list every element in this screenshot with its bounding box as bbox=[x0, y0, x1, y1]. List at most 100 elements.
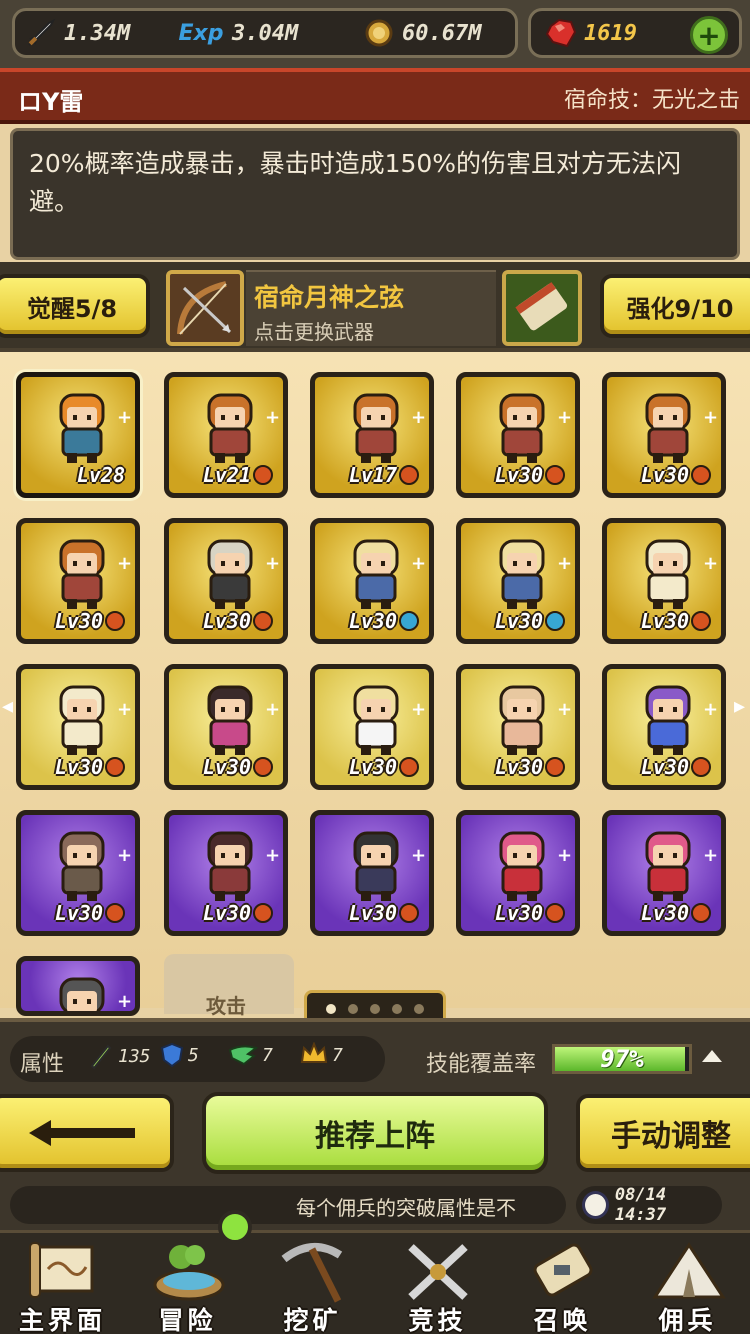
hero-level-text: Lv30 bbox=[494, 463, 543, 487]
nav-mining[interactable]: 挖矿 bbox=[250, 1233, 375, 1334]
hero-card[interactable]: + Lv30 bbox=[602, 810, 726, 936]
nav-adventure[interactable]: 冒险 bbox=[125, 1233, 250, 1334]
hero-card[interactable]: + Lv30 bbox=[16, 810, 140, 936]
hero-portrait bbox=[645, 539, 691, 609]
sparkle-icon: + bbox=[703, 699, 719, 720]
hero-card[interactable]: + Lv30 bbox=[164, 810, 288, 936]
hero-portrait bbox=[207, 393, 253, 463]
sparkle-icon: + bbox=[411, 553, 427, 574]
clock: 08/14 14:37 bbox=[576, 1185, 722, 1225]
hero-card[interactable]: + Lv30 bbox=[164, 664, 288, 790]
hero-card[interactable]: + Lv30 bbox=[456, 664, 580, 790]
hero-card[interactable]: + Lv30 bbox=[456, 810, 580, 936]
bow-icon bbox=[177, 281, 232, 335]
sparkle-icon: + bbox=[265, 699, 281, 720]
ruby-icon bbox=[544, 16, 578, 50]
hero-card[interactable]: + Lv28 bbox=[16, 372, 140, 498]
hero-portrait bbox=[353, 685, 399, 755]
clock-icon bbox=[582, 1191, 609, 1219]
nav-mercenary[interactable]: 佣兵 bbox=[625, 1233, 750, 1334]
scroll-right-arrow-icon[interactable]: ▸ bbox=[734, 694, 750, 722]
fate-skill-label: 宿命技：无光之击 bbox=[563, 88, 740, 113]
hero-portrait bbox=[59, 685, 105, 755]
hero-level: Lv30 bbox=[637, 461, 715, 489]
hero-level: Lv30 bbox=[491, 753, 569, 781]
hero-level-text: Lv30 bbox=[202, 901, 251, 925]
hero-card[interactable]: + Lv30 bbox=[16, 518, 140, 644]
nav-arena[interactable]: 竞技 bbox=[375, 1233, 500, 1334]
sparkle-icon: + bbox=[703, 553, 719, 574]
nav-summon[interactable]: 召唤 bbox=[500, 1233, 625, 1334]
hero-level: Lv30 bbox=[199, 607, 277, 635]
hero-card[interactable]: + Lv17 bbox=[310, 372, 434, 498]
hero-portrait bbox=[353, 393, 399, 463]
hero-card[interactable]: + Lv30 bbox=[310, 664, 434, 790]
sparkle-icon: + bbox=[265, 845, 281, 866]
hero-level-text: Lv30 bbox=[494, 901, 543, 925]
sparkle-icon: + bbox=[117, 553, 133, 574]
hero-card[interactable]: + Lv30 bbox=[16, 664, 140, 790]
hero-level: Lv30 bbox=[491, 899, 569, 927]
skill-coverage-label: 技能覆盖率 bbox=[426, 1052, 537, 1077]
hero-card[interactable]: + Lv21 bbox=[164, 372, 288, 498]
green-sword-icon bbox=[90, 1044, 112, 1070]
hero-card[interactable]: + Lv30 bbox=[310, 810, 434, 936]
recommend-deploy-button[interactable]: 推荐上阵 bbox=[202, 1092, 548, 1174]
crown-stat-value: 7 bbox=[332, 1044, 343, 1066]
sparkle-icon: + bbox=[557, 553, 573, 574]
skill-scroll-slot[interactable] bbox=[502, 270, 582, 346]
sparkle-icon: + bbox=[265, 553, 281, 574]
manual-adjust-button[interactable]: 手动调整 bbox=[576, 1094, 750, 1172]
upgrade-badge-icon bbox=[545, 757, 565, 777]
hero-portrait bbox=[645, 393, 691, 463]
enhance-button[interactable]: 强化9/10 bbox=[600, 274, 750, 338]
upgrade-badge-icon bbox=[399, 757, 419, 777]
wing-stat-value: 7 bbox=[262, 1044, 273, 1066]
hero-level-text: Lv28 bbox=[76, 463, 125, 487]
hero-card[interactable]: + Lv30 bbox=[602, 664, 726, 790]
hero-level-text: Lv30 bbox=[348, 755, 397, 779]
nav-summon-label: 召唤 bbox=[533, 1306, 592, 1334]
hero-level-text: Lv17 bbox=[348, 463, 397, 487]
hero-card[interactable]: + Lv30 bbox=[164, 518, 288, 644]
sparkle-icon: + bbox=[411, 407, 427, 428]
nav-arena-label: 竞技 bbox=[408, 1306, 467, 1334]
map-scroll-icon bbox=[29, 1242, 94, 1298]
upgrade-badge-icon bbox=[691, 903, 711, 923]
hero-grid: ◂ ▸ + Lv28 + Lv21 + Lv17 + Lv30 + Lv30 + Lv30 + Lv30 +… bbox=[0, 348, 750, 1018]
coverage-percent: 97% bbox=[600, 1045, 644, 1073]
hero-level: Lv30 bbox=[637, 607, 715, 635]
back-button[interactable] bbox=[0, 1094, 174, 1172]
hero-portrait bbox=[645, 685, 691, 755]
hero-portrait bbox=[207, 831, 253, 901]
hero-level: Lv30 bbox=[51, 899, 129, 927]
gem-value: 1619 bbox=[584, 20, 637, 46]
hero-portrait bbox=[59, 539, 105, 609]
hero-card[interactable]: + Lv30 bbox=[602, 372, 726, 498]
shield-stat: 5 bbox=[160, 1042, 199, 1068]
shield-stat-value: 5 bbox=[188, 1044, 199, 1066]
awaken-button[interactable]: 觉醒5/8 bbox=[0, 274, 150, 338]
weapon-row: 觉醒5/8 宿命月神之弦 点击更换武器 强化9/10 bbox=[0, 262, 750, 348]
strategy-card[interactable]: 攻击 bbox=[164, 954, 294, 1018]
hero-title-bar: ロY雷 宿命技：无光之击 bbox=[0, 68, 750, 124]
hero-card[interactable]: + Lv30 bbox=[310, 518, 434, 644]
hero-card[interactable]: + Lv30 bbox=[456, 372, 580, 498]
hero-card[interactable]: + Lv30 bbox=[456, 518, 580, 644]
hero-card[interactable]: + bbox=[16, 956, 140, 1016]
nav-main-label: 主界面 bbox=[18, 1306, 106, 1334]
hero-card[interactable]: + Lv30 bbox=[602, 518, 726, 644]
sparkle-icon: + bbox=[117, 991, 133, 1012]
hero-level: Lv21 bbox=[199, 461, 277, 489]
hero-level-text: Lv30 bbox=[494, 609, 543, 633]
hero-level-text: Lv30 bbox=[348, 901, 397, 925]
nav-mercenary-label: 佣兵 bbox=[658, 1306, 717, 1334]
nav-main[interactable]: 主界面 bbox=[0, 1233, 125, 1334]
skill-coverage-bar: 97% bbox=[552, 1044, 692, 1074]
page-dot bbox=[348, 1004, 358, 1014]
hero-level: Lv30 bbox=[51, 753, 129, 781]
expand-up-icon[interactable] bbox=[702, 1050, 722, 1062]
weapon-info[interactable]: 宿命月神之弦 点击更换武器 bbox=[246, 270, 496, 346]
add-gem-button[interactable]: + bbox=[690, 16, 728, 54]
weapon-slot[interactable] bbox=[166, 270, 244, 346]
